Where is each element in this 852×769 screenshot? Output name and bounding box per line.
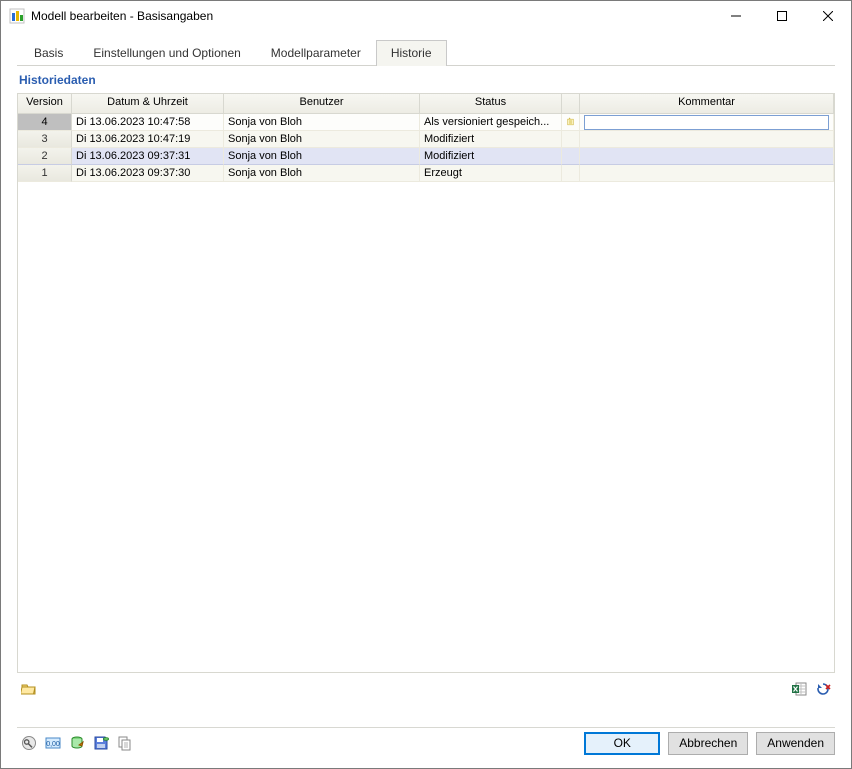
dialog-window: Modell bearbeiten - Basisangaben Basis E…: [0, 0, 852, 769]
row-comment: [580, 131, 834, 148]
units-icon[interactable]: 0,00: [42, 732, 64, 754]
row-comment: [580, 165, 834, 182]
close-button[interactable]: [805, 1, 851, 31]
export-excel-icon[interactable]: [788, 678, 810, 700]
row-icon-empty: [562, 148, 580, 165]
grid-header: Version Datum & Uhrzeit Benutzer Status …: [18, 94, 834, 114]
history-panel: Historiedaten Version Datum & Uhrzeit Be…: [17, 65, 835, 721]
row-status: Modifiziert: [420, 148, 562, 165]
row-status: Als versioniert gespeich...: [420, 114, 562, 131]
row-comment: [580, 148, 834, 165]
open-folder-icon[interactable]: [18, 678, 40, 700]
column-comment[interactable]: Kommentar: [580, 94, 834, 113]
table-row[interactable]: 4Di 13.06.2023 10:47:58Sonja von BlohAls…: [18, 114, 834, 131]
table-row[interactable]: 2Di 13.06.2023 09:37:31Sonja von BlohMod…: [18, 148, 834, 165]
column-datetime[interactable]: Datum & Uhrzeit: [72, 94, 224, 113]
history-grid: Version Datum & Uhrzeit Benutzer Status …: [17, 93, 835, 673]
tab-basis[interactable]: Basis: [19, 40, 78, 66]
column-version[interactable]: Version: [18, 94, 72, 113]
row-status: Modifiziert: [420, 131, 562, 148]
tab-params[interactable]: Modellparameter: [256, 40, 376, 66]
help-icon[interactable]: [18, 732, 40, 754]
row-icon-empty: [562, 165, 580, 182]
maximize-button[interactable]: [759, 1, 805, 31]
row-user: Sonja von Bloh: [224, 114, 420, 131]
database-icon[interactable]: [66, 732, 88, 754]
tab-history[interactable]: Historie: [376, 40, 447, 66]
ok-button[interactable]: OK: [584, 732, 660, 755]
window-title: Modell bearbeiten - Basisangaben: [31, 9, 713, 23]
row-version: 1: [18, 165, 72, 182]
note-icon[interactable]: [562, 114, 580, 131]
column-user[interactable]: Benutzer: [224, 94, 420, 113]
column-icon[interactable]: [562, 94, 580, 113]
comment-input[interactable]: [584, 115, 829, 130]
table-row[interactable]: 3Di 13.06.2023 10:47:19Sonja von BlohMod…: [18, 131, 834, 148]
minimize-button[interactable]: [713, 1, 759, 31]
grid-body: 4Di 13.06.2023 10:47:58Sonja von BlohAls…: [18, 114, 834, 672]
row-datetime: Di 13.06.2023 10:47:58: [72, 114, 224, 131]
table-row[interactable]: 1Di 13.06.2023 09:37:30Sonja von BlohErz…: [18, 165, 834, 182]
row-comment[interactable]: [580, 114, 834, 131]
row-datetime: Di 13.06.2023 09:37:31: [72, 148, 224, 165]
apply-button[interactable]: Anwenden: [756, 732, 835, 755]
row-datetime: Di 13.06.2023 09:37:30: [72, 165, 224, 182]
refresh-icon[interactable]: [812, 678, 834, 700]
row-version: 3: [18, 131, 72, 148]
row-user: Sonja von Bloh: [224, 148, 420, 165]
tab-options[interactable]: Einstellungen und Optionen: [78, 40, 255, 66]
column-status[interactable]: Status: [420, 94, 562, 113]
row-user: Sonja von Bloh: [224, 131, 420, 148]
grid-toolbar: [17, 677, 835, 701]
section-title: Historiedaten: [17, 66, 835, 93]
tab-strip: Basis Einstellungen und Optionen Modellp…: [1, 31, 851, 65]
row-version: 2: [18, 148, 72, 165]
svg-text:0,00: 0,00: [46, 741, 60, 748]
copy-icon[interactable]: [114, 732, 136, 754]
cancel-button[interactable]: Abbrechen: [668, 732, 748, 755]
row-status: Erzeugt: [420, 165, 562, 182]
save-icon[interactable]: [90, 732, 112, 754]
row-version: 4: [18, 114, 72, 131]
row-icon-empty: [562, 131, 580, 148]
app-icon: [9, 8, 25, 24]
row-datetime: Di 13.06.2023 10:47:19: [72, 131, 224, 148]
row-user: Sonja von Bloh: [224, 165, 420, 182]
bottom-bar: 0,00: [1, 728, 851, 768]
titlebar: Modell bearbeiten - Basisangaben: [1, 1, 851, 31]
window-controls: [713, 1, 851, 31]
